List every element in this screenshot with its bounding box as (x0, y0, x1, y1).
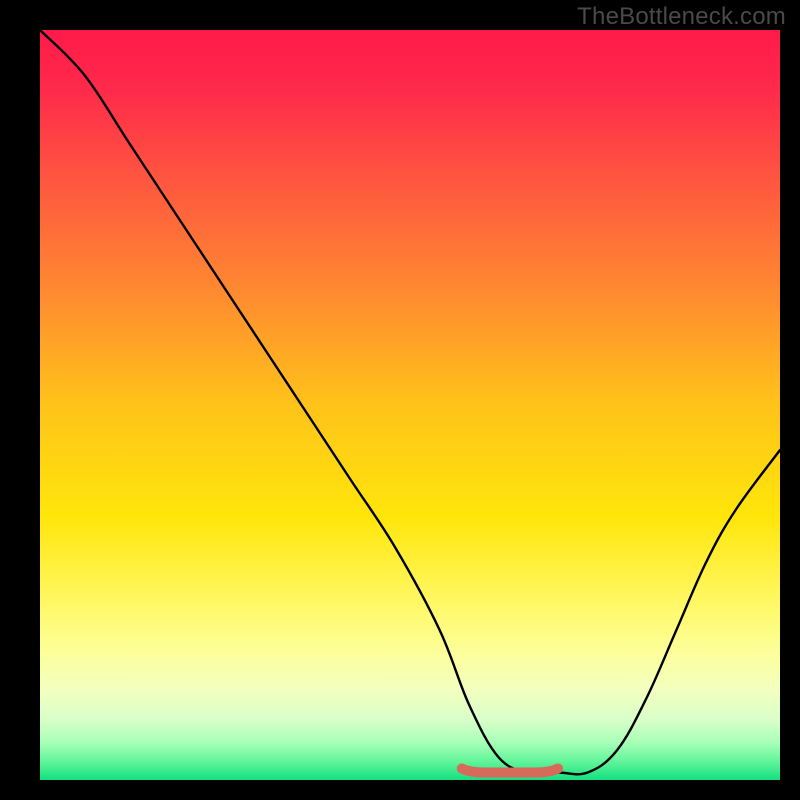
bottleneck-chart (0, 0, 800, 800)
flat-marker (462, 769, 558, 773)
watermark-label: TheBottleneck.com (577, 3, 786, 31)
plot-background (40, 30, 780, 780)
chart-frame: TheBottleneck.com (0, 0, 800, 800)
